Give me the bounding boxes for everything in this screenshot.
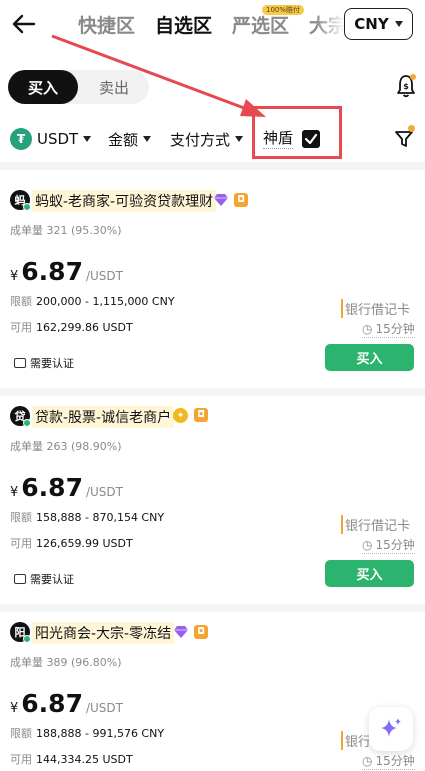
available-row: 可用 126,659.99 USDT: [10, 535, 133, 551]
time-value: 15分钟: [375, 322, 415, 336]
currency-selector[interactable]: CNY: [344, 8, 413, 40]
id-card-icon: [14, 358, 26, 368]
chevron-down-icon: [394, 21, 403, 27]
order-stats: 成单量 321 (95.30%): [10, 224, 122, 237]
limit-label: 限额: [10, 511, 32, 524]
tab-custom[interactable]: 自选区: [155, 11, 212, 38]
clock-icon: ◷: [362, 321, 373, 336]
chevron-down-icon: [143, 136, 152, 142]
currency-symbol: ¥: [10, 485, 19, 500]
price-row: ¥ 6.87 /USDT: [10, 473, 123, 502]
order-stats: 成单量 389 (96.80%): [10, 656, 122, 669]
available-value: 126,659.99 USDT: [36, 537, 133, 550]
svg-text:$: $: [403, 82, 409, 91]
time-value: 15分钟: [375, 538, 415, 552]
price-unit: /USDT: [85, 701, 123, 715]
payment-time: ◷ 15分钟: [362, 536, 415, 554]
asset-filter[interactable]: ₮ USDT: [10, 128, 92, 150]
price-value: 6.87: [21, 473, 83, 502]
sparkle-icon: [381, 718, 401, 737]
sell-toggle-button[interactable]: 卖出: [80, 70, 148, 104]
section-divider: [0, 162, 425, 170]
guarantee-badge: 100%赔付: [262, 5, 305, 15]
price-row: ¥ 6.87 /USDT: [10, 689, 123, 718]
gold-badge-icon: ✦: [173, 408, 188, 423]
buy-toggle-button[interactable]: 买入: [8, 70, 78, 104]
chevron-down-icon: [83, 136, 92, 142]
clock-icon: ◷: [362, 537, 373, 552]
limit-label: 限额: [10, 295, 32, 308]
available-value: 162,299.86 USDT: [36, 321, 133, 334]
merchant-name[interactable]: 贷款-股票-诚信老商户: [32, 406, 175, 428]
merchant-name[interactable]: 蚂蚁-老商家-可验资贷款理财: [32, 190, 217, 212]
notification-dot: [408, 125, 415, 132]
clock-icon: ◷: [362, 753, 373, 768]
ai-assistant-button[interactable]: [369, 707, 413, 751]
price-unit: /USDT: [85, 485, 123, 499]
payment-method: 银行: [341, 731, 371, 750]
payment-time: ◷ 15分钟: [362, 320, 415, 338]
tab-selected[interactable]: 严选区: [232, 11, 289, 38]
available-row: 可用 162,299.86 USDT: [10, 319, 133, 335]
listing-divider: [0, 604, 425, 612]
limit-row: 限额 188,888 - 991,576 CNY: [10, 725, 164, 741]
verification-required: 需要认证: [14, 571, 74, 587]
tether-icon: ₮: [10, 128, 32, 150]
amount-filter[interactable]: 金额: [108, 128, 152, 150]
limit-value: 200,000 - 1,115,000 CNY: [36, 295, 175, 308]
price-row: ¥ 6.87 /USDT: [10, 257, 123, 286]
time-value: 15分钟: [375, 754, 415, 768]
payment-filter[interactable]: 支付方式: [170, 128, 244, 150]
merchant-name[interactable]: 阳光商会-大宗-零冻结: [32, 622, 175, 644]
chevron-down-icon: [235, 136, 244, 142]
price-unit: /USDT: [85, 269, 123, 283]
verification-label: 需要认证: [30, 573, 74, 586]
payment-method: 银行借记卡: [341, 515, 410, 534]
online-status-dot: [23, 635, 31, 643]
shield-badge-icon: ◘: [194, 625, 208, 639]
shield-badge-icon: ◘: [234, 193, 248, 207]
buy-button[interactable]: 买入: [325, 344, 414, 371]
online-status-dot: [23, 203, 31, 211]
limit-row: 限额 200,000 - 1,115,000 CNY: [10, 293, 175, 309]
tab-quick[interactable]: 快捷区: [78, 11, 135, 38]
buy-button[interactable]: 买入: [325, 560, 414, 587]
available-label: 可用: [10, 753, 32, 766]
available-value: 144,334.25 USDT: [36, 753, 133, 766]
currency-label: CNY: [354, 15, 389, 33]
back-arrow-icon[interactable]: [10, 10, 38, 38]
limit-value: 188,888 - 991,576 CNY: [36, 727, 165, 740]
limit-row: 限额 158,888 - 870,154 CNY: [10, 509, 164, 525]
amount-filter-label: 金额: [108, 130, 139, 149]
diamond-badge-icon: [214, 194, 228, 206]
payment-time: ◷ 15分钟: [362, 752, 415, 770]
price-value: 6.87: [21, 689, 83, 718]
bell-icon[interactable]: $: [395, 74, 417, 98]
payment-filter-label: 支付方式: [170, 130, 231, 149]
tab-fade: [315, 6, 345, 42]
verification-required: 需要认证: [14, 355, 74, 371]
limit-value: 158,888 - 870,154 CNY: [36, 511, 165, 524]
currency-symbol: ¥: [10, 701, 19, 716]
available-label: 可用: [10, 537, 32, 550]
price-value: 6.87: [21, 257, 83, 286]
shield-badge-icon: ◘: [194, 408, 208, 422]
available-label: 可用: [10, 321, 32, 334]
listing-divider: [0, 388, 425, 396]
id-card-icon: [14, 574, 26, 584]
online-status-dot: [23, 419, 31, 427]
limit-label: 限额: [10, 727, 32, 740]
asset-filter-label: USDT: [37, 130, 79, 148]
available-row: 可用 144,334.25 USDT: [10, 751, 133, 767]
verification-label: 需要认证: [30, 357, 74, 370]
currency-symbol: ¥: [10, 269, 19, 284]
shield-highlight-box: [252, 106, 342, 159]
payment-method: 银行借记卡: [341, 299, 410, 318]
diamond-badge-icon: [174, 626, 188, 638]
order-stats: 成单量 263 (98.90%): [10, 440, 122, 453]
